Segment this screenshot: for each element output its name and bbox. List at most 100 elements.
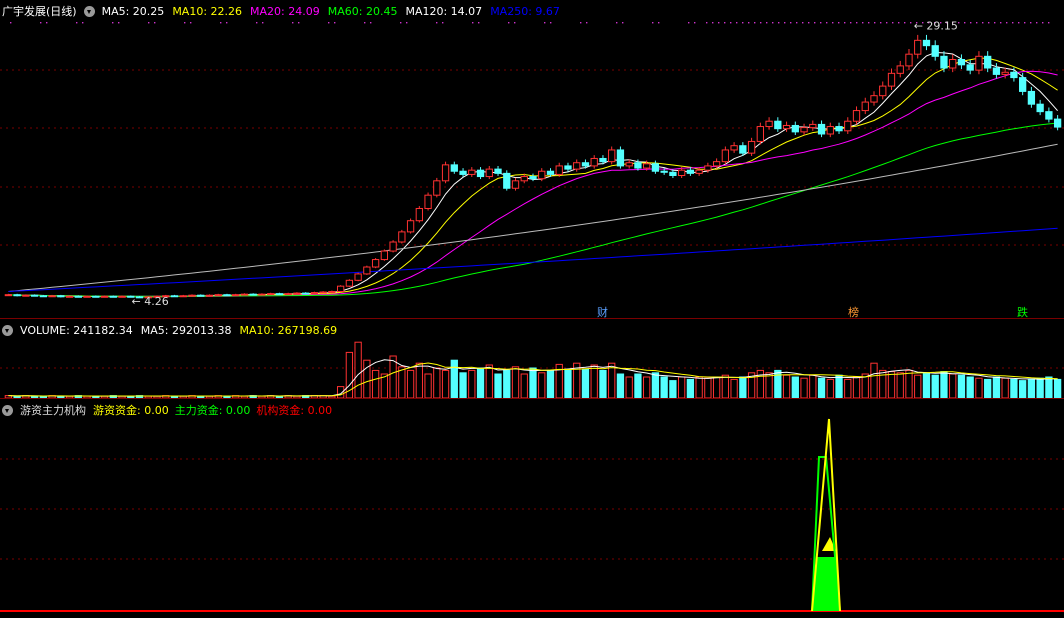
top-marker: [784, 22, 786, 24]
candle-body: [581, 162, 590, 167]
candle-body: [739, 145, 747, 154]
price-header: 广宇发展(日线) MA5: 20.25 MA10: 22.26 MA20: 24.0…: [2, 4, 560, 19]
candle-body: [205, 294, 214, 297]
volume-bar: [695, 376, 703, 399]
top-marker: [436, 22, 438, 24]
candle-body: [459, 170, 467, 175]
volume-legend-item-1: MA5: 292013.38: [140, 323, 232, 337]
top-marker: [892, 22, 894, 24]
candle-body: [109, 295, 117, 298]
top-marker: [712, 22, 714, 24]
candle-body: [354, 273, 362, 281]
candle-body: [380, 250, 389, 261]
top-marker: [472, 22, 474, 24]
top-marker: [406, 22, 408, 24]
volume-bar: [712, 376, 721, 399]
collapse-icon[interactable]: [83, 5, 95, 17]
ma-legend-item-4: MA120: 14.07: [405, 4, 483, 18]
volume-bar: [704, 377, 712, 399]
ma-legend-item-1: MA10: 22.26: [172, 4, 243, 18]
low-price-label: ← 4.26: [132, 295, 169, 308]
volume-bar: [739, 376, 747, 399]
candle-body: [660, 170, 668, 173]
candle-body: [809, 123, 817, 129]
candle-body: [310, 292, 319, 295]
volume-bar: [520, 373, 528, 399]
volume-bar: [459, 372, 467, 399]
candle-body: [13, 294, 21, 297]
candle-body: [695, 169, 703, 174]
candle-body: [30, 294, 39, 297]
volume-bar: [992, 376, 1001, 399]
top-marker: [760, 22, 762, 24]
collapse-icon[interactable]: [2, 324, 13, 336]
volume-bar: [984, 378, 992, 399]
volume-bar: [730, 378, 738, 399]
volume-bar: [424, 373, 432, 399]
volume-bar: [1027, 378, 1036, 399]
top-marker: [82, 22, 84, 24]
volume-bar: [1001, 377, 1009, 399]
top-marker: [976, 22, 978, 24]
indicator-panel[interactable]: 游资主力机构 游资资金: 0.00 主力资金: 0.00 机构资金: 0.00: [0, 398, 1064, 618]
top-marker: [862, 22, 864, 24]
top-marker: [550, 22, 552, 24]
volume-bar: [1036, 377, 1044, 399]
top-marker: [994, 22, 996, 24]
indicator-chart[interactable]: [0, 399, 1064, 618]
volume-bar: [940, 371, 948, 399]
volume-header: VOLUME: 241182.34 MA5: 292013.38 MA10: 267…: [2, 323, 337, 337]
top-marker: [400, 22, 402, 24]
top-marker: [850, 22, 852, 24]
collapse-icon[interactable]: [2, 404, 13, 416]
volume-bar: [922, 372, 931, 399]
top-marker: [262, 22, 264, 24]
candle-body: [223, 294, 231, 297]
candle-body: [852, 110, 861, 122]
top-marker: [820, 22, 822, 24]
top-marker: [886, 22, 888, 24]
volume-bar: [957, 374, 966, 399]
candlestick-chart[interactable]: ← 29.15 ← 4.26: [0, 0, 1064, 318]
candle-body: [914, 39, 922, 55]
price-panel[interactable]: ← 29.15 ← 4.26 广宇发展(日线) MA5: 20.25 MA10: 2…: [0, 0, 1064, 319]
candle-body: [520, 176, 528, 182]
top-marker: [880, 22, 882, 24]
top-marker: [748, 22, 750, 24]
candle-body: [774, 120, 782, 130]
candle-body: [949, 59, 957, 69]
top-marker: [298, 22, 300, 24]
candle-body: [922, 39, 931, 47]
volume-bar: [826, 378, 834, 399]
volume-panel[interactable]: VOLUME: 241182.34 MA5: 292013.38 MA10: 267…: [0, 318, 1064, 399]
candle-body: [336, 285, 345, 292]
candle-body: [424, 194, 432, 209]
top-marker: [856, 22, 858, 24]
candle-body: [57, 295, 65, 298]
volume-legend-item-0: VOLUME: 241182.34: [20, 323, 133, 337]
volume-bar: [433, 367, 441, 399]
top-marker: [826, 22, 828, 24]
indicator-header: 游资主力机构 游资资金: 0.00 主力资金: 0.00 机构资金: 0.00: [2, 403, 332, 417]
candle-body: [887, 72, 896, 87]
volume-bar: [931, 374, 939, 399]
candle-body: [284, 293, 292, 296]
top-marker: [76, 22, 78, 24]
top-marker: [292, 22, 294, 24]
indicator-legend-item-2: 机构资金: 0.00: [256, 404, 333, 417]
candle-body: [573, 162, 581, 170]
top-marker: [10, 22, 12, 24]
candle-body: [363, 266, 371, 275]
candle-body: [538, 170, 546, 180]
volume-bar: [975, 377, 983, 399]
candle-body: [599, 157, 607, 163]
top-marker: [544, 22, 546, 24]
volume-bar: [809, 374, 817, 399]
candle-body: [92, 295, 100, 298]
candle-body: [721, 149, 730, 163]
volume-bar: [643, 376, 651, 399]
top-marker: [46, 22, 48, 24]
candle-body: [450, 164, 458, 172]
top-marker: [1018, 22, 1020, 24]
top-marker: [148, 22, 150, 24]
